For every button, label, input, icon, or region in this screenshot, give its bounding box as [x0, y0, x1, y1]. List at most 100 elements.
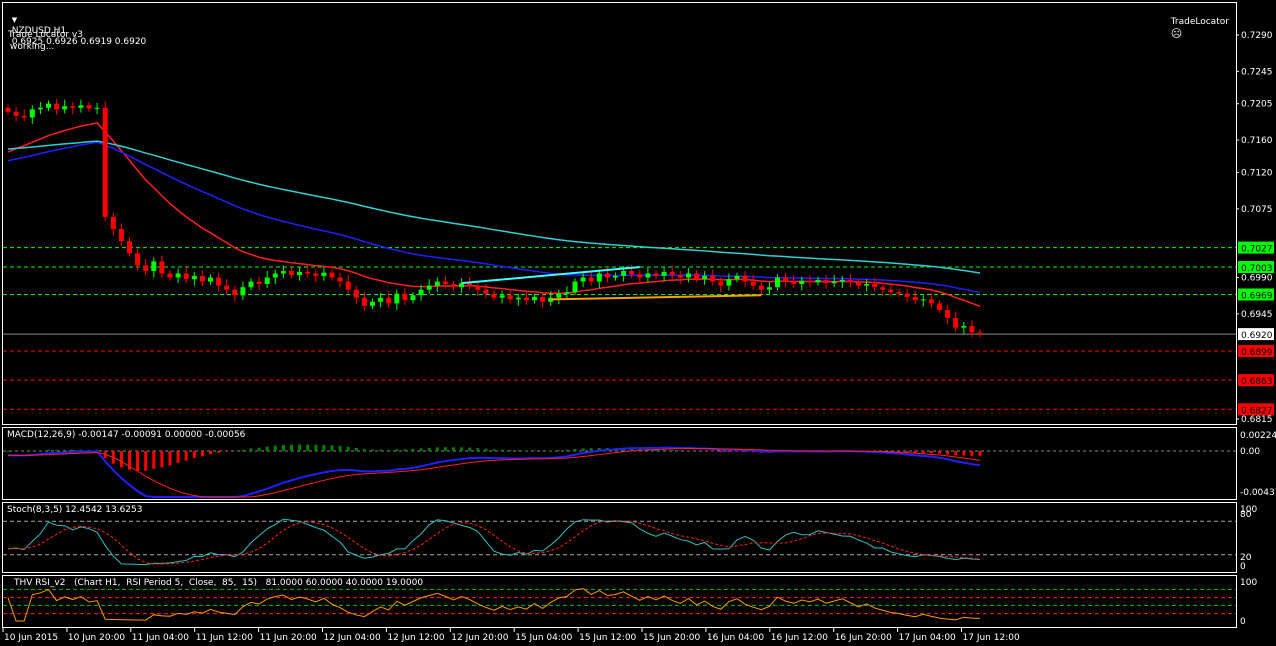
macd-histogram-bar — [452, 447, 455, 451]
candle-body — [961, 326, 967, 328]
candle — [596, 269, 602, 289]
candle — [410, 292, 416, 304]
candle — [937, 300, 942, 314]
candle-body — [289, 271, 294, 276]
candle — [183, 267, 189, 284]
pane-frames — [2, 2, 1237, 628]
candle-body — [766, 287, 772, 290]
candle-body — [394, 293, 400, 304]
candle — [904, 288, 910, 303]
macd-histogram-bar — [581, 448, 585, 451]
candle — [451, 280, 456, 291]
candle-body — [183, 273, 189, 280]
candle — [70, 102, 76, 115]
candle — [62, 99, 68, 114]
candle — [167, 270, 173, 281]
macd-histogram-bar — [257, 447, 261, 451]
candle-body — [94, 107, 100, 109]
candle-body — [499, 295, 505, 298]
candle — [645, 267, 651, 283]
candle-body — [945, 309, 951, 318]
candle — [386, 291, 392, 308]
x-tick-label: 15 Jun 12:00 — [579, 633, 636, 643]
candle-body — [151, 261, 157, 272]
y-tick-label: 0.7120 — [1241, 168, 1273, 178]
macd-histogram-bar — [265, 446, 269, 451]
candle-body — [62, 106, 68, 110]
macd-histogram-bar — [460, 447, 464, 451]
candle-body — [856, 282, 861, 286]
level-price-label: 0.6920 — [1241, 331, 1273, 341]
candle-body — [653, 273, 659, 276]
macd-histogram-bar — [306, 444, 310, 451]
macd-histogram-bar — [395, 449, 399, 451]
candle-body — [904, 293, 910, 297]
ea-name: TradeLocator — [1170, 17, 1229, 27]
candle — [78, 99, 84, 113]
candle-body — [920, 299, 926, 301]
candle — [353, 285, 359, 305]
candle-body — [718, 281, 724, 286]
candle — [702, 271, 708, 285]
macd-histogram-bar — [662, 449, 666, 451]
level-price-label: 0.7027 — [1241, 245, 1273, 255]
candle — [224, 279, 230, 294]
macd-histogram-bar — [298, 444, 302, 451]
candle-body — [791, 281, 797, 284]
candle-body — [418, 289, 424, 296]
candle-body — [426, 285, 432, 290]
rsi-scale-label: 100 — [1240, 578, 1257, 588]
macd-histogram-bar — [6, 451, 10, 452]
macd-histogram-bar — [249, 448, 253, 451]
macd-histogram-bar — [492, 449, 496, 451]
candle — [378, 292, 384, 308]
candle-body — [540, 296, 546, 302]
macd-histogram-bar — [354, 447, 358, 451]
x-tick-label: 10 Jun 2015 — [4, 633, 58, 643]
collapse-triangle-icon[interactable]: ▼ — [12, 16, 17, 24]
x-tick-label: 12 Jun 20:00 — [451, 633, 508, 643]
candle — [928, 293, 934, 309]
macd-histogram-bar — [938, 451, 941, 454]
candle-body — [847, 279, 853, 283]
candle — [208, 274, 213, 285]
candle — [256, 276, 262, 290]
macd-histogram-bar — [314, 444, 318, 451]
y-tick-label: 0.6945 — [1241, 310, 1273, 320]
y-tick-label: 0.6990 — [1241, 274, 1273, 284]
candle — [272, 269, 278, 284]
price-chart[interactable]: 0.7290 0.7245 0.7205 0.7160 0.7120 0.7075 0.69… — [0, 0, 1276, 646]
x-tick-label: 11 Jun 20:00 — [260, 633, 317, 643]
candle — [694, 270, 699, 283]
candle-body — [799, 280, 805, 284]
macd-histogram-bar — [468, 447, 472, 451]
macd-histogram-bar — [144, 451, 148, 471]
candle-body — [734, 275, 740, 280]
candle-body — [313, 273, 319, 276]
candle — [86, 102, 92, 112]
ma-line-slow — [7, 140, 981, 274]
candle — [402, 288, 408, 306]
candle — [118, 223, 124, 246]
candle-body — [588, 277, 594, 282]
candle — [54, 98, 60, 116]
y-tick-label: 0.7205 — [1241, 100, 1273, 110]
candle-body — [969, 326, 975, 333]
candle — [248, 278, 254, 291]
level-price-label: 0.6969 — [1241, 291, 1273, 301]
macd-histogram-bar — [241, 449, 245, 451]
candle-body — [240, 287, 246, 296]
y-tick-label: 0.7290 — [1241, 31, 1273, 41]
candle-body — [783, 277, 789, 282]
candle — [13, 106, 19, 122]
macd-histogram-bar — [63, 449, 67, 451]
candle — [329, 269, 335, 281]
expert-advisor-label[interactable]: TradeLocator ☹ — [1165, 6, 1229, 41]
candle — [345, 275, 351, 294]
candle-body — [491, 293, 497, 298]
candle — [710, 269, 716, 286]
candle-body — [880, 287, 886, 290]
candle-body — [361, 297, 367, 306]
candle — [289, 267, 294, 279]
candle — [29, 105, 35, 124]
